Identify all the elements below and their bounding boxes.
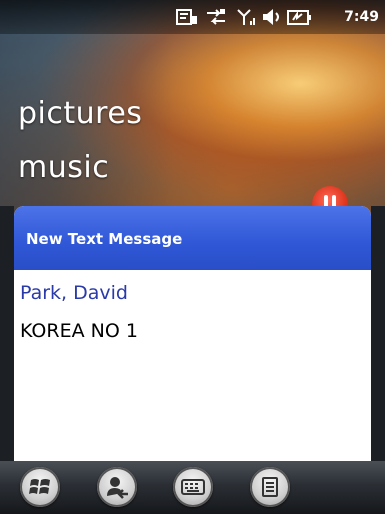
menu-button[interactable] — [250, 467, 290, 507]
start-button[interactable] — [20, 467, 60, 507]
start-icon — [29, 479, 50, 494]
message-sender[interactable]: Park, David — [20, 282, 128, 304]
status-bar: 7:49 — [0, 0, 385, 34]
dialog-title: New Text Message — [26, 230, 183, 248]
left-edge — [0, 206, 14, 461]
keyboard-icon — [181, 479, 205, 495]
battery-icon[interactable] — [287, 8, 313, 30]
screen: 7:49 pictures music New Text Message Par… — [0, 0, 385, 514]
home-item-pictures[interactable]: pictures — [18, 96, 142, 131]
connectivity-icon[interactable] — [205, 8, 227, 30]
text-message-dialog[interactable]: New Text Message Park, David KOREA NO 1 — [14, 206, 371, 461]
bottom-bar — [0, 461, 385, 514]
message-icon[interactable] — [176, 8, 198, 30]
menu-icon — [262, 477, 278, 497]
volume-icon[interactable] — [262, 8, 284, 30]
message-body: KOREA NO 1 — [20, 320, 138, 342]
clock[interactable]: 7:49 — [344, 9, 379, 25]
right-edge — [371, 206, 385, 461]
contacts-icon — [107, 477, 128, 499]
home-item-music[interactable]: music — [18, 150, 109, 185]
dialog-header: New Text Message — [14, 206, 371, 270]
signal-icon[interactable] — [236, 8, 256, 30]
keyboard-button[interactable] — [173, 467, 213, 507]
contacts-button[interactable] — [97, 467, 137, 507]
